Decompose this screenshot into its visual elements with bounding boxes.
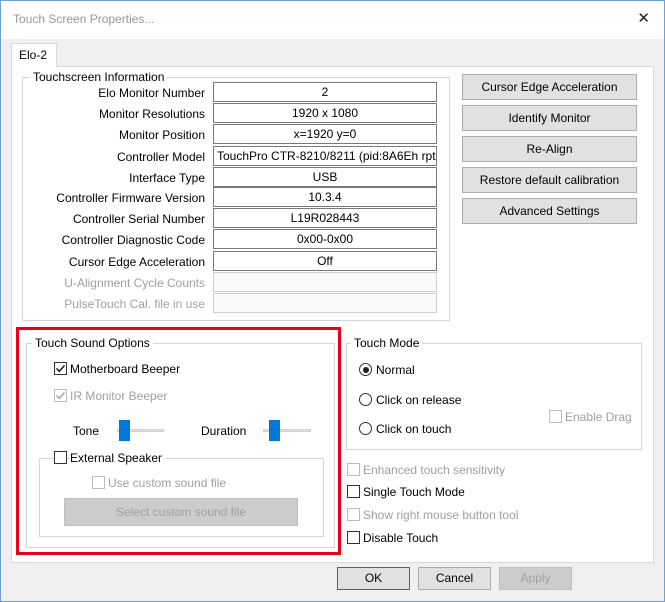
info-label-10: PulseTouch Cal. file in use bbox=[64, 297, 205, 311]
info-label-1: Monitor Resolutions bbox=[98, 107, 205, 121]
enhanced-touch-sensitivity-checkbox[interactable] bbox=[347, 463, 360, 476]
info-value-8: Off bbox=[213, 251, 437, 271]
advanced-settings-button[interactable]: Advanced Settings bbox=[462, 198, 637, 224]
cursor-edge-acceleration-button[interactable]: Cursor Edge Acceleration bbox=[462, 74, 637, 100]
info-value-2: x=1920 y=0 bbox=[213, 124, 437, 144]
touchscreen-info-label: Touchscreen Information bbox=[30, 70, 168, 84]
click-on-touch-radio[interactable] bbox=[359, 422, 372, 435]
apply-button[interactable]: Apply bbox=[499, 567, 572, 590]
cancel-button[interactable]: Cancel bbox=[418, 567, 491, 590]
info-value-3: TouchPro CTR-8210/8211 (pid:8A6Eh rpt:15… bbox=[213, 146, 437, 166]
properties-window: Touch Screen Properties... ✕ Elo-2 Touch… bbox=[0, 0, 665, 602]
touch-mode-label: Touch Mode bbox=[351, 336, 423, 350]
info-label-9: U-Alignment Cycle Counts bbox=[64, 276, 205, 290]
ok-button[interactable]: OK bbox=[337, 567, 410, 590]
info-label-0: Elo Monitor Number bbox=[98, 86, 205, 100]
info-value-7: 0x00-0x00 bbox=[213, 229, 437, 249]
info-value-0: 2 bbox=[213, 82, 437, 102]
info-label-8: Cursor Edge Acceleration bbox=[68, 255, 205, 269]
info-label-6: Controller Serial Number bbox=[72, 212, 205, 226]
show-right-mouse-tool-checkbox[interactable] bbox=[347, 508, 360, 521]
info-label-4: Interface Type bbox=[129, 171, 205, 185]
info-label-3: Controller Model bbox=[116, 150, 205, 164]
single-touch-mode-label: Single Touch Mode bbox=[363, 485, 465, 499]
click-on-release-label: Click on release bbox=[376, 393, 462, 407]
info-value-5: 10.3.4 bbox=[213, 187, 437, 207]
single-touch-mode-checkbox[interactable] bbox=[347, 485, 360, 498]
enable-drag-checkbox[interactable] bbox=[549, 410, 562, 423]
enhanced-touch-sensitivity-label: Enhanced touch sensitivity bbox=[363, 463, 506, 477]
window-title: Touch Screen Properties... bbox=[13, 12, 155, 26]
tab-elo-2[interactable]: Elo-2 bbox=[11, 43, 57, 67]
info-value-1: 1920 x 1080 bbox=[213, 103, 437, 123]
info-label-7: Controller Diagnostic Code bbox=[61, 233, 205, 247]
info-value-10 bbox=[213, 293, 437, 313]
info-label-5: Controller Firmware Version bbox=[56, 191, 205, 205]
show-right-mouse-tool-label: Show right mouse button tool bbox=[363, 508, 519, 522]
identify-monitor-button[interactable]: Identify Monitor bbox=[462, 105, 637, 131]
normal-radio[interactable] bbox=[359, 363, 372, 376]
title-bar: Touch Screen Properties... ✕ bbox=[1, 1, 664, 39]
info-value-9 bbox=[213, 272, 437, 292]
radio-selected-dot bbox=[362, 366, 369, 373]
re-align-button[interactable]: Re-Align bbox=[462, 136, 637, 162]
enable-drag-label: Enable Drag bbox=[565, 410, 632, 424]
highlight-box bbox=[16, 327, 341, 555]
click-on-touch-label: Click on touch bbox=[376, 422, 452, 436]
normal-radio-label: Normal bbox=[376, 363, 415, 377]
info-value-6: L19R028443 bbox=[213, 208, 437, 228]
restore-default-calibration-button[interactable]: Restore default calibration bbox=[462, 167, 637, 193]
disable-touch-checkbox[interactable] bbox=[347, 531, 360, 544]
info-value-4: USB bbox=[213, 167, 437, 187]
info-label-2: Monitor Position bbox=[118, 128, 205, 142]
click-on-release-radio[interactable] bbox=[359, 393, 372, 406]
disable-touch-label: Disable Touch bbox=[363, 531, 439, 545]
close-icon[interactable]: ✕ bbox=[637, 10, 650, 28]
